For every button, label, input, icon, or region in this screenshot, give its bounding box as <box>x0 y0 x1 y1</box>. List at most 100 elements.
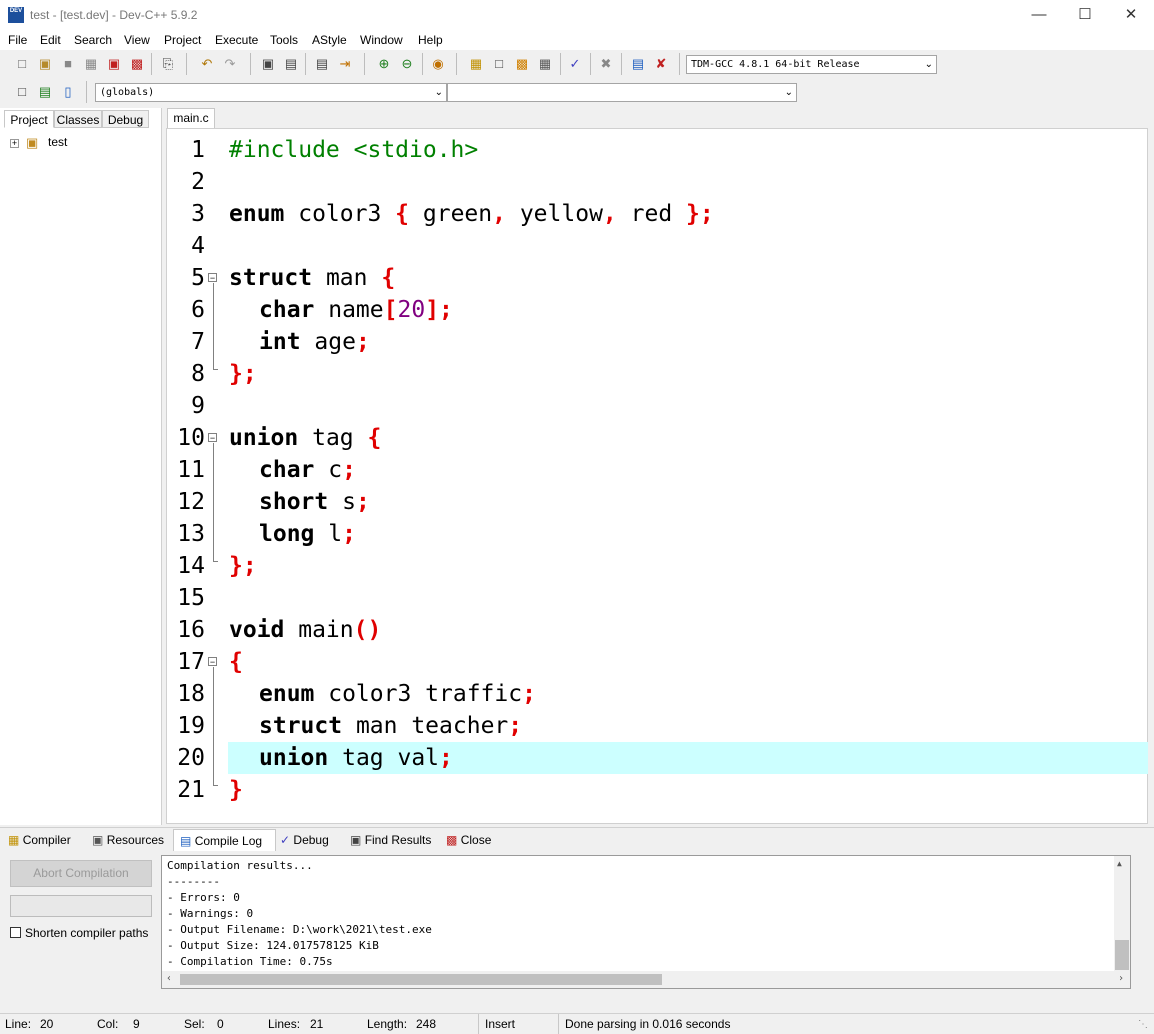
stop-icon[interactable]: ✖ <box>596 54 616 74</box>
close-icon: ▩ <box>446 833 458 847</box>
line-number: 1 <box>191 137 205 163</box>
tab-main-c[interactable]: main.c <box>167 108 215 128</box>
line-number: 15 <box>177 585 205 611</box>
project-icon: ▣ <box>26 135 39 150</box>
tab-classes[interactable]: Classes <box>54 110 102 128</box>
line-number: 11 <box>177 457 205 483</box>
print-icon[interactable]: ⎘ <box>158 54 178 74</box>
menu-window[interactable]: Window <box>360 33 403 47</box>
close-all-icon[interactable]: ▩ <box>127 54 147 74</box>
compile-log[interactable]: Compilation results... -------- - Errors… <box>161 855 1131 989</box>
line-number: 18 <box>177 681 205 707</box>
line-number: 12 <box>177 489 205 515</box>
log-line: - Warnings: 0 <box>167 907 254 920</box>
code-line-1: #include <stdio.h> <box>229 137 479 163</box>
divider <box>478 1014 479 1034</box>
maximize-button[interactable]: ☐ <box>1062 0 1108 30</box>
window-title: test - [test.dev] - Dev-C++ 5.9.2 <box>30 8 198 22</box>
bookmark-icon[interactable]: ▯ <box>58 82 78 102</box>
close-file-icon[interactable]: ▣ <box>104 54 124 74</box>
shorten-paths-checkbox[interactable] <box>10 927 21 938</box>
insert-icon[interactable]: ▤ <box>35 82 55 102</box>
menu-help[interactable]: Help <box>418 33 443 47</box>
fold-collapse-icon[interactable]: − <box>208 273 217 283</box>
menu-tools[interactable]: Tools <box>270 33 298 47</box>
remove-from-project-icon[interactable]: ⊖ <box>397 54 417 74</box>
indent-icon[interactable]: ▤ <box>312 54 332 74</box>
new-file-icon[interactable]: □ <box>12 54 32 74</box>
find-icon[interactable]: ▣ <box>258 54 278 74</box>
tab-compiler[interactable]: ▦ Compiler <box>8 829 88 851</box>
status-lines-value: 21 <box>310 1017 324 1031</box>
log-line: Compilation results... <box>167 859 313 872</box>
tree-item-test[interactable]: test <box>48 135 67 149</box>
replace-icon[interactable]: ▤ <box>281 54 301 74</box>
scope-select[interactable]: (globals) ⌄ <box>95 83 447 102</box>
tab-compile-log[interactable]: ▤ Compile Log <box>173 829 276 851</box>
compile-log-icon: ▤ <box>180 834 192 848</box>
redo-icon[interactable]: ↷ <box>220 54 240 74</box>
resize-grip-icon[interactable]: ⋱ <box>1138 1019 1148 1030</box>
function-select[interactable]: ⌄ <box>447 83 797 102</box>
menu-execute[interactable]: Execute <box>215 33 258 47</box>
fold-line <box>213 667 214 785</box>
minimize-button[interactable]: — <box>1016 0 1062 30</box>
compile-run-icon[interactable]: ▩ <box>512 54 532 74</box>
menu-file[interactable]: File <box>8 33 27 47</box>
expand-icon[interactable]: + <box>10 139 19 148</box>
scroll-left-icon[interactable]: ‹ <box>166 973 172 984</box>
line-number: 4 <box>191 233 205 259</box>
divider <box>0 827 1154 828</box>
tab-find-results[interactable]: ▣ Find Results <box>350 829 440 851</box>
menu-edit[interactable]: Edit <box>40 33 61 47</box>
tab-debug[interactable]: Debug <box>102 110 149 128</box>
abort-compilation-button[interactable]: Abort Compilation <box>10 860 152 887</box>
status-bar: Line: 20 Col: 9 Sel: 0 Lines: 21 Length:… <box>0 1013 1154 1034</box>
menu-astyle[interactable]: AStyle <box>312 33 347 47</box>
compile-icon[interactable]: ▦ <box>466 54 486 74</box>
tab-project[interactable]: Project <box>4 110 54 128</box>
compiler-select[interactable]: TDM-GCC 4.8.1 64-bit Release ⌄ <box>686 55 937 74</box>
menu-search[interactable]: Search <box>74 33 112 47</box>
status-line-value: 20 <box>40 1017 54 1031</box>
delete-profile-icon[interactable]: ✘ <box>651 54 671 74</box>
save-icon[interactable]: ■ <box>58 54 78 74</box>
menu-view[interactable]: View <box>124 33 150 47</box>
code-editor[interactable]: 1 2 3 4 5 6 7 8 9 10 11 12 13 14 15 16 1… <box>166 128 1148 824</box>
log-line: - Output Size: 124.017578125 KiB <box>167 939 379 952</box>
fold-collapse-icon[interactable]: − <box>208 657 217 667</box>
rebuild-icon[interactable]: ▦ <box>535 54 555 74</box>
profile-icon[interactable]: ▤ <box>628 54 648 74</box>
close-window-button[interactable]: ✕ <box>1108 0 1154 30</box>
horizontal-scrollbar[interactable]: ‹ › <box>162 971 1130 988</box>
code-line-17: { <box>229 649 243 675</box>
new-class-icon[interactable]: □ <box>12 82 32 102</box>
add-to-project-icon[interactable]: ⊕ <box>374 54 394 74</box>
find-icon: ▣ <box>350 833 362 847</box>
goto-line-icon[interactable]: ⇥ <box>335 54 355 74</box>
status-lines-label: Lines: <box>268 1017 301 1031</box>
line-number: 20 <box>177 745 205 771</box>
open-file-icon[interactable]: ▣ <box>35 54 55 74</box>
undo-icon[interactable]: ↶ <box>197 54 217 74</box>
status-length-label: Length: <box>367 1017 408 1031</box>
tab-close[interactable]: ▩ Close <box>446 829 502 851</box>
check-syntax-icon[interactable]: ✓ <box>565 54 585 74</box>
resources-icon: ▣ <box>92 833 104 847</box>
vertical-scrollbar[interactable]: ▲ <box>1114 856 1130 971</box>
save-all-icon[interactable]: ▦ <box>81 54 101 74</box>
project-panel <box>0 108 162 825</box>
h-scrollbar-thumb[interactable] <box>180 974 662 985</box>
scrollbar-thumb[interactable] <box>1115 940 1129 970</box>
scroll-right-icon[interactable]: › <box>1118 973 1124 984</box>
tab-resources[interactable]: ▣ Resources <box>92 829 172 851</box>
tab-debug-bottom[interactable]: ✓ Debug <box>280 829 344 851</box>
menu-project[interactable]: Project <box>164 33 201 47</box>
fold-collapse-icon[interactable]: − <box>208 433 217 443</box>
code-line-20: union tag val; <box>259 745 453 771</box>
project-options-icon[interactable]: ◉ <box>428 54 448 74</box>
run-icon[interactable]: □ <box>489 54 509 74</box>
scroll-up-icon[interactable]: ▲ <box>1117 859 1122 868</box>
code-line-14: }; <box>229 553 257 579</box>
shorten-paths-label: Shorten compiler paths <box>25 926 149 940</box>
